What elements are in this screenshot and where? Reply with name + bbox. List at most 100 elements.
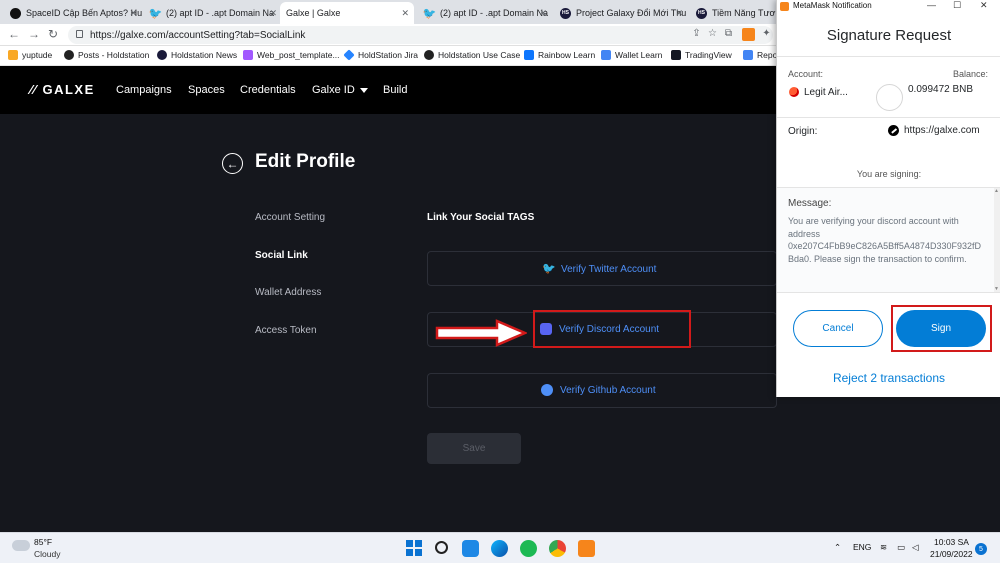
nav-galxe-id[interactable]: Galxe ID (312, 84, 368, 96)
close-tab-icon[interactable]: ✕ (269, 8, 277, 19)
back-arrow-icon[interactable]: ← (8, 27, 20, 41)
verify-twitter-button[interactable]: 🐦 Verify Twitter Account (542, 263, 656, 275)
chevron-up-icon[interactable]: ⌃ (834, 542, 841, 553)
message-scrollbar[interactable]: ▲ ▼ (994, 188, 1000, 292)
browser-tab-2[interactable]: 🐦 (2) apt ID - .apt Domain Na ✕ (144, 2, 282, 24)
bookmark-item[interactable]: TradingView (671, 50, 732, 60)
notification-badge[interactable]: 5 (975, 543, 987, 555)
sidebar-item-account-setting[interactable]: Account Setting (255, 212, 325, 223)
save-button[interactable]: Save (427, 433, 521, 464)
sidebar-item-access-token[interactable]: Access Token (255, 325, 317, 336)
scroll-up-icon[interactable]: ▲ (994, 188, 999, 194)
message-text: You are verifying your discord account w… (788, 216, 981, 264)
bookmark-item[interactable]: Web_post_template... (243, 50, 340, 60)
nav-spaces[interactable]: Spaces (188, 84, 225, 96)
speaker-icon[interactable]: ◁ (912, 542, 919, 553)
nav-credentials[interactable]: Credentials (240, 84, 296, 96)
bookmark-item[interactable]: HoldStation Jira (343, 49, 418, 61)
account-name: Legit Air... (804, 87, 848, 98)
bookmark-label: yuptude (22, 50, 53, 60)
close-tab-icon[interactable]: ✕ (401, 8, 409, 19)
minimize-icon[interactable]: — (927, 0, 936, 10)
chat-icon[interactable] (462, 540, 479, 557)
wifi-icon[interactable]: ≋ (880, 542, 887, 553)
bookmark-item[interactable]: Posts - Holdstation (64, 50, 149, 60)
reject-transactions-link[interactable]: Reject 2 transactions (777, 371, 1000, 385)
language-indicator[interactable]: ENG (853, 542, 871, 552)
balance-value: 0.099472 BNB (908, 84, 974, 95)
bookmark-label: Repo (757, 50, 778, 60)
browser-tab-1[interactable]: SpaceID Cập Bến Aptos? Hu ✕ (4, 2, 142, 24)
weather-temperature[interactable]: 85°F (34, 537, 52, 547)
browser-tab-5[interactable]: HS Project Galaxy Đổi Mới Thu ✕ (554, 2, 688, 24)
puzzle-icon[interactable]: ✦ (760, 28, 773, 41)
holdstation-icon: HS (560, 7, 571, 19)
github-icon (541, 384, 553, 396)
bookmark-label: Holdstation Use Case (438, 50, 521, 60)
origin-value: https://galxe.com (904, 125, 980, 136)
page-title: Edit Profile (255, 151, 356, 172)
chrome-icon[interactable] (549, 540, 566, 557)
clock-date[interactable]: 21/09/2022 (930, 549, 973, 559)
close-tab-icon[interactable]: ✕ (675, 8, 683, 19)
metamask-extension-icon[interactable] (742, 28, 755, 41)
nav-build[interactable]: Build (383, 84, 407, 96)
verify-github-button[interactable]: Verify Github Account (541, 384, 656, 396)
weather-description: Cloudy (34, 549, 61, 559)
account-avatar-icon (789, 87, 799, 97)
bookmark-item[interactable]: Holdstation Use Case (424, 50, 520, 60)
cloud-icon (12, 540, 30, 551)
doc-icon (743, 50, 753, 60)
bookmark-item[interactable]: Rainbow Learn (524, 50, 595, 60)
bookmark-icon (8, 50, 18, 60)
share-icon[interactable]: ⇪ (690, 28, 703, 41)
galxe-logo[interactable]: ⁄⁄ GALXE (30, 82, 95, 97)
extension-icon[interactable]: ⧉ (722, 28, 735, 41)
message-box[interactable]: Message: You are verifying your discord … (777, 187, 1000, 293)
close-tab-icon[interactable]: ✕ (129, 8, 137, 19)
bookmark-label: Web_post_template... (257, 50, 340, 60)
scroll-down-icon[interactable]: ▼ (994, 286, 999, 292)
window-title: MetaMask Notification (793, 1, 872, 10)
sidebar-item-wallet-address[interactable]: Wallet Address (255, 287, 321, 298)
bookmark-item[interactable]: Repo (743, 50, 777, 60)
browser-tab-3-active[interactable]: Galxe | Galxe ✕ (280, 2, 414, 24)
account-circle-icon (876, 84, 903, 111)
spotify-icon[interactable] (520, 540, 537, 557)
close-icon[interactable]: ✕ (980, 0, 988, 11)
holdstation-icon: HS (696, 7, 707, 19)
figma-icon (243, 50, 253, 60)
nav-campaigns[interactable]: Campaigns (116, 84, 172, 96)
browser-tab-6[interactable]: HS Tiềm Năng Tương (690, 2, 776, 24)
twitter-icon: 🐦 (422, 7, 437, 20)
cancel-button[interactable]: Cancel (793, 310, 883, 347)
bookmark-item[interactable]: Holdstation News (157, 50, 237, 60)
browser-tab-4[interactable]: 🐦 (2) apt ID - .apt Domain Na ✕ (418, 2, 552, 24)
metamask-taskbar-icon[interactable] (578, 540, 595, 557)
clock-time[interactable]: 10:03 SA (934, 537, 969, 547)
metamask-popup: MetaMask Notification — ☐ ✕ Signature Re… (776, 0, 1000, 397)
divider (777, 117, 1000, 118)
reload-icon[interactable]: ↻ (48, 27, 58, 41)
battery-icon[interactable]: ▭ (897, 542, 905, 553)
you-are-signing: You are signing: (856, 169, 922, 179)
bookmark-item[interactable]: yuptude (8, 50, 52, 60)
tab-title: (2) apt ID - .apt Domain Na (440, 8, 549, 18)
maximize-icon[interactable]: ☐ (953, 0, 961, 11)
close-tab-icon[interactable]: ✕ (539, 8, 547, 19)
address-bar[interactable]: https://galxe.com/accountSetting?tab=Soc… (68, 26, 773, 44)
twitter-icon: 🐦 (148, 7, 163, 20)
bookmark-icon (157, 50, 167, 60)
windows-start-icon[interactable] (406, 540, 423, 557)
sidebar-item-social-link[interactable]: Social Link (255, 250, 308, 261)
message-label: Message: (788, 198, 832, 209)
verify-github-label: Verify Github Account (560, 384, 656, 396)
tab-title: Galxe | Galxe (286, 8, 341, 18)
forward-arrow-icon[interactable]: → (28, 27, 40, 41)
edge-icon[interactable] (491, 540, 508, 557)
highlight-box-discord (533, 310, 691, 348)
back-circle-icon[interactable]: ← (222, 153, 243, 174)
bookmark-item[interactable]: Wallet Learn (601, 50, 662, 60)
bookmark-star-icon[interactable]: ☆ (706, 28, 719, 41)
search-icon[interactable] (435, 541, 448, 554)
